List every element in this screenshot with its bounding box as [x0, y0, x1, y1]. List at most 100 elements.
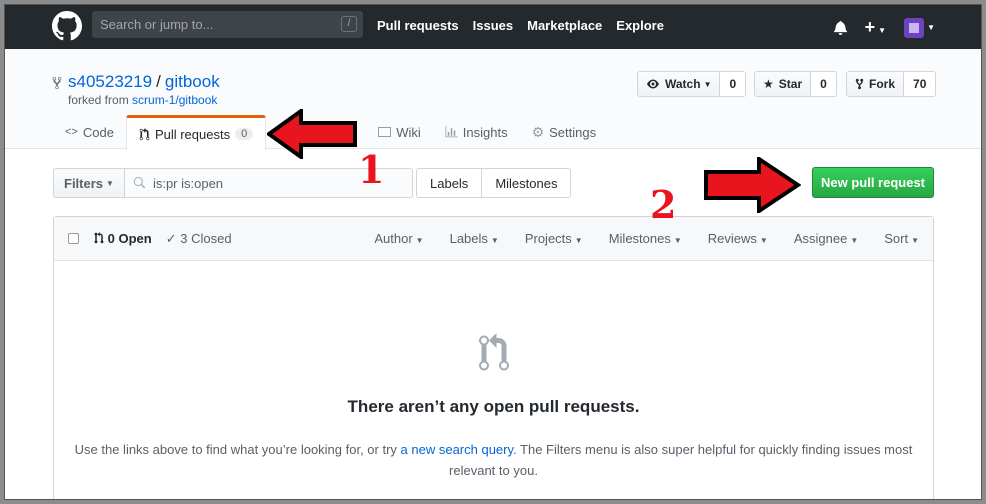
tab-pull-requests[interactable]: Pull requests 0	[125, 115, 267, 150]
reviews-filter[interactable]: Reviews ▼	[708, 231, 768, 246]
chevron-down-icon: ▼	[703, 79, 712, 89]
tab-code-label: Code	[82, 124, 114, 140]
code-icon: <>	[65, 126, 78, 138]
fork-group: Fork 70	[846, 71, 937, 97]
projects-filter[interactable]: Projects ▼	[525, 231, 583, 246]
search-icon	[133, 177, 145, 189]
gear-icon: ⚙	[531, 123, 545, 140]
list-header: 0 Open ✓ 3 Closed Author ▼ Labels ▼ Projec…	[54, 217, 933, 261]
tab-wiki[interactable]: Wiki	[366, 115, 433, 149]
milestones-filter[interactable]: Milestones ▼	[609, 231, 682, 246]
eye-icon	[647, 79, 659, 89]
star-button[interactable]: ★ Star	[754, 71, 812, 97]
tab-code[interactable]: <> Code	[53, 115, 126, 149]
user-menu-button[interactable]: ▼	[904, 17, 935, 38]
milestones-button[interactable]: Milestones	[482, 168, 572, 198]
blankslate-title: There aren’t any open pull requests.	[347, 397, 640, 416]
select-all-checkbox[interactable]	[68, 233, 79, 244]
author-filter-label: Author	[374, 231, 413, 246]
tab-settings-label: Settings	[549, 124, 597, 140]
tab-settings[interactable]: ⚙ Settings	[520, 115, 609, 149]
search-query: is:pr is:open	[152, 175, 224, 191]
chevron-down-icon: ▼	[850, 236, 859, 245]
create-new-button[interactable]: + ▼	[865, 17, 886, 38]
repo-name-link[interactable]: gitbook	[165, 72, 220, 91]
slash-key-hint: /	[341, 16, 357, 32]
git-pull-request-icon	[479, 333, 509, 371]
assignee-filter[interactable]: Assignee ▼	[794, 231, 858, 246]
repo-owner-link[interactable]: s40523219	[68, 72, 152, 91]
star-group: ★ Star 0	[754, 71, 837, 97]
chevron-down-icon: ▼	[878, 26, 887, 35]
new-pull-request-button[interactable]: New pull request	[812, 167, 934, 198]
labels-button[interactable]: Labels	[416, 168, 483, 198]
labels-filter-label: Labels	[449, 231, 488, 246]
chevron-down-icon: ▼	[673, 236, 682, 245]
blankslate-text: Use the links above to find what you’re …	[74, 439, 913, 481]
chevron-down-icon: ▼	[927, 23, 935, 32]
global-search-input[interactable]: Search or jump to... /	[92, 11, 363, 38]
nav-issues[interactable]: Issues	[473, 18, 513, 33]
chevron-down-icon: ▼	[911, 236, 919, 245]
plus-icon: +	[864, 17, 876, 37]
projects-filter-label: Projects	[524, 231, 572, 246]
watch-count[interactable]: 0	[720, 71, 747, 97]
fork-button[interactable]: Fork	[846, 71, 905, 97]
annotation-arrow-1	[267, 109, 357, 159]
star-label: Star	[778, 77, 803, 91]
tab-pull-requests-label: Pull requests	[154, 126, 231, 142]
avatar	[904, 17, 925, 38]
tab-insights[interactable]: Insights	[433, 115, 520, 149]
star-count[interactable]: 0	[811, 71, 837, 97]
milestones-filter-label: Milestones	[608, 231, 671, 246]
annotation-number-1: 1	[358, 147, 385, 192]
annotation-arrow-2	[704, 157, 801, 213]
global-header: Search or jump to... / Pull requests Iss…	[5, 5, 981, 49]
fork-count[interactable]: 70	[904, 71, 937, 97]
repo-forked-icon	[52, 76, 62, 90]
github-logo-icon[interactable]	[52, 11, 82, 41]
author-filter[interactable]: Author ▼	[374, 231, 423, 246]
graph-icon	[445, 126, 458, 138]
nav-explore[interactable]: Explore	[616, 18, 664, 33]
closed-count: 3 Closed	[180, 231, 232, 246]
forked-source-link[interactable]: scrum-1/gitbook	[132, 93, 217, 107]
header-actions: + ▼ ▼	[833, 17, 935, 38]
tab-insights-label: Insights	[462, 124, 508, 140]
list-filters: Author ▼ Labels ▼ Projects ▼ Milestones ▼ Re…	[374, 231, 919, 246]
chevron-down-icon: ▼	[415, 236, 424, 245]
chevron-down-icon: ▼	[759, 236, 768, 245]
chevron-down-icon: ▼	[490, 236, 499, 245]
browser-frame: Search or jump to... / Pull requests Iss…	[4, 4, 982, 500]
sort-filter[interactable]: Sort ▼	[884, 231, 919, 246]
repo-forked-icon	[855, 78, 864, 90]
bell-icon[interactable]	[833, 20, 847, 35]
search-placeholder: Search or jump to...	[100, 17, 214, 32]
new-search-query-link[interactable]: a new search query	[401, 442, 514, 457]
sort-filter-label: Sort	[884, 231, 909, 246]
forked-from: forked from scrum-1/gitbook	[68, 93, 217, 107]
watch-button[interactable]: Watch ▼	[637, 71, 721, 97]
filters-label: Filters	[64, 175, 104, 191]
labels-filter[interactable]: Labels ▼	[450, 231, 499, 246]
star-icon: ★	[763, 77, 774, 91]
closed-toggle[interactable]: ✓ 3 Closed	[166, 231, 232, 247]
header-nav: Pull requests Issues Marketplace Explore	[377, 18, 664, 33]
state-toggles: 0 Open ✓ 3 Closed	[94, 231, 232, 247]
git-pull-request-icon	[139, 127, 150, 140]
annotation-number-2: 2	[650, 182, 677, 227]
open-toggle[interactable]: 0 Open	[94, 231, 152, 247]
repo-header: s40523219/gitbook forked from scrum-1/gi…	[5, 49, 981, 150]
nav-pull-requests[interactable]: Pull requests	[377, 18, 459, 33]
chevron-down-icon: ▼	[574, 236, 583, 245]
pull-requests-counter: 0	[235, 128, 254, 140]
assignee-filter-label: Assignee	[793, 231, 848, 246]
nav-marketplace[interactable]: Marketplace	[527, 18, 602, 33]
open-count: 0 Open	[107, 231, 152, 246]
watch-group: Watch ▼ 0	[637, 71, 747, 97]
reviews-filter-label: Reviews	[707, 231, 757, 246]
labels-milestones-group: Labels Milestones	[416, 168, 572, 198]
watch-label: Watch	[665, 77, 701, 91]
book-icon	[378, 127, 392, 137]
filters-button[interactable]: Filters ▼	[53, 168, 125, 198]
